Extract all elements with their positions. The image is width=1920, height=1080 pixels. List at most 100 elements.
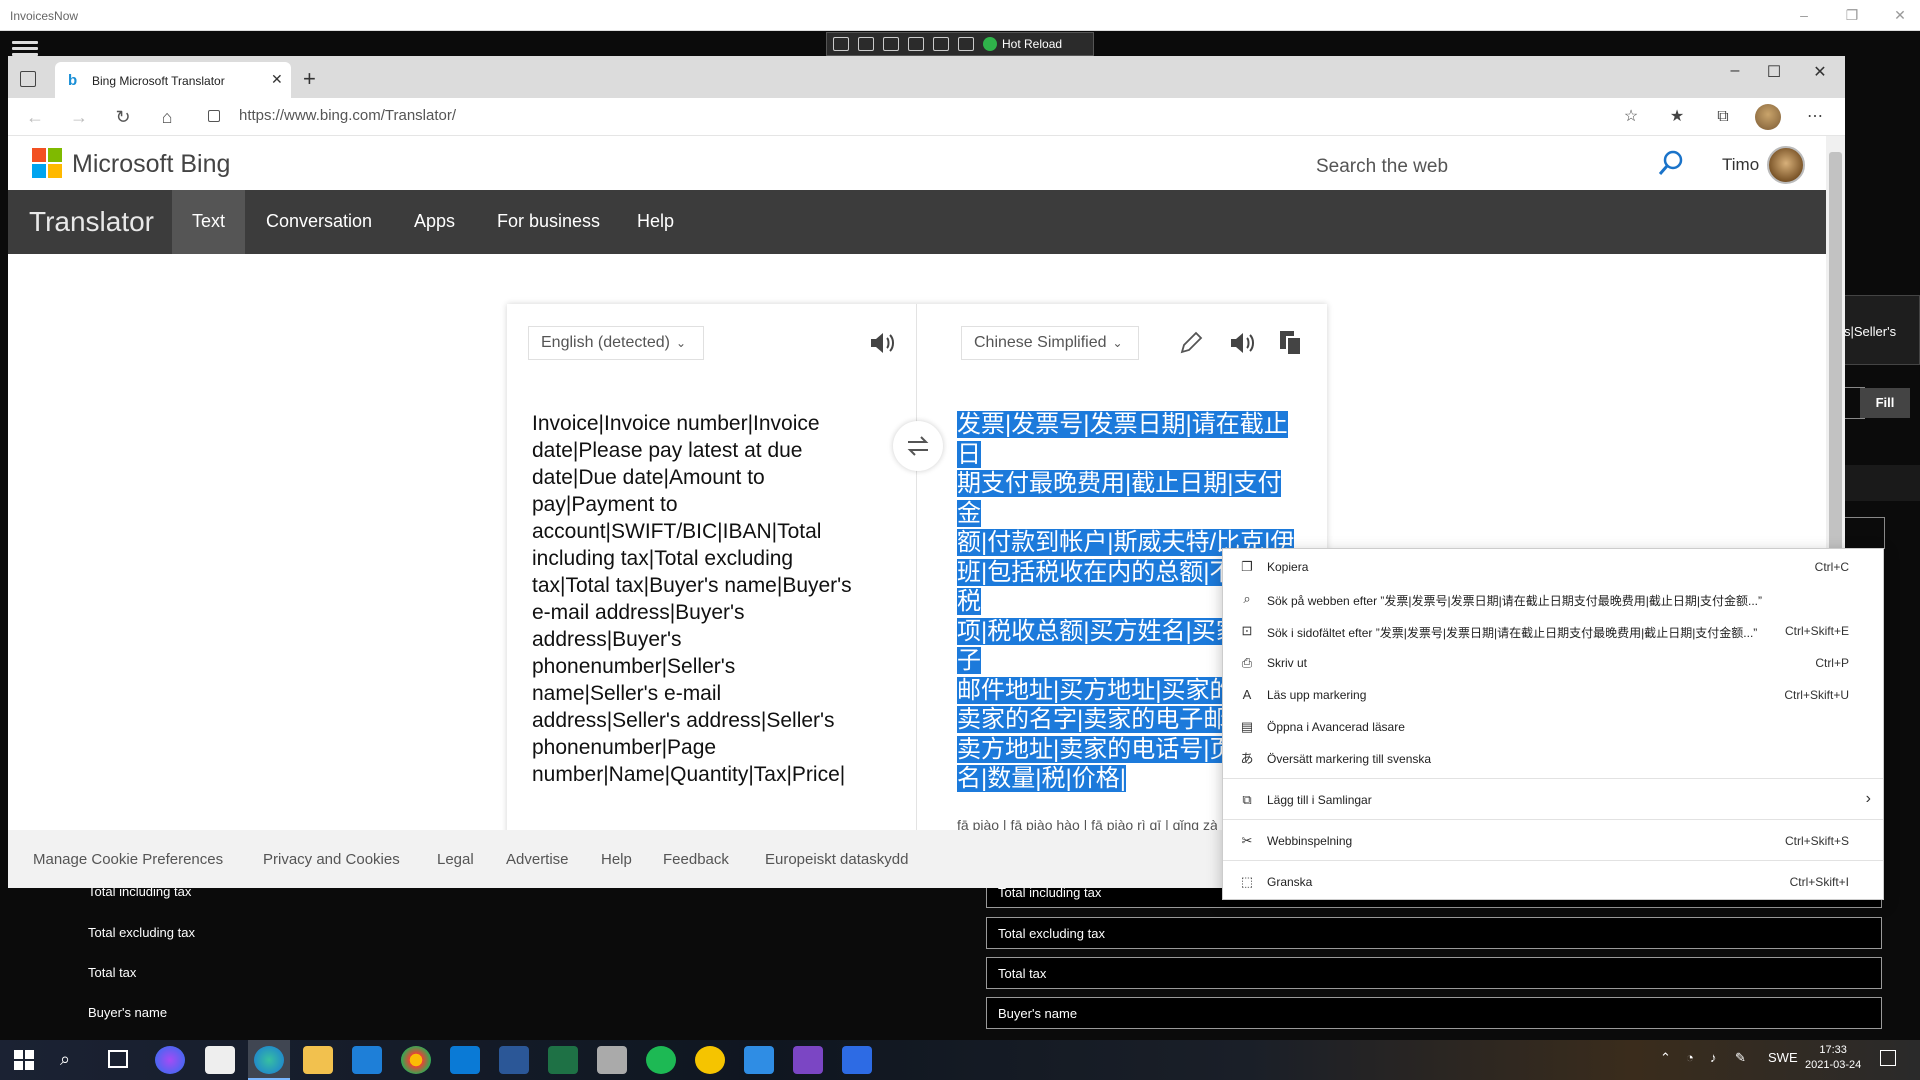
footer-link[interactable]: Advertise (506, 851, 569, 868)
pen-icon[interactable]: ✎ (1735, 1050, 1746, 1066)
nav-tab-help[interactable]: Help (637, 211, 674, 232)
maximize-icon[interactable]: ☐ (1759, 62, 1789, 82)
edit-pencil-icon[interactable] (1178, 330, 1204, 356)
edge-icon[interactable] (254, 1046, 284, 1074)
search-icon[interactable]: ⌕ (60, 1049, 70, 1070)
task-view-icon[interactable] (108, 1050, 128, 1068)
back-icon[interactable]: ← (22, 104, 48, 130)
ctx-item-translate[interactable]: あ Översätt markering till svenska (1223, 743, 1883, 775)
layout-icon[interactable] (908, 37, 924, 51)
network-icon[interactable]: ◔ (1686, 1050, 1694, 1065)
underlying-block (1838, 465, 1920, 501)
add-favorite-icon[interactable]: ☆ (1618, 104, 1644, 130)
app-icon[interactable] (744, 1046, 774, 1074)
scrollbar-thumb[interactable] (1829, 152, 1842, 552)
ctx-item-search-web[interactable]: ⌕ Sök på webben efter ”发票|发票号|发票日期|请在截止日… (1223, 583, 1883, 615)
language-indicator[interactable]: SWE (1768, 1050, 1798, 1065)
hamburger-menu-icon[interactable] (12, 38, 38, 58)
store-icon[interactable] (205, 1046, 235, 1074)
user-name[interactable]: Timo (1722, 155, 1759, 175)
target-speaker-icon[interactable] (1228, 330, 1256, 356)
app-icon[interactable] (842, 1046, 872, 1074)
nav-tab-apps[interactable]: Apps (414, 211, 455, 232)
minimize-icon[interactable]: – (1720, 62, 1750, 80)
ctx-item-add-to-collections[interactable]: ⧉ Lägg till i Samlingar › (1223, 784, 1883, 816)
hot-reload-button[interactable]: Hot Reload (983, 37, 1062, 51)
display-icon[interactable] (933, 37, 949, 51)
messenger-icon[interactable] (155, 1046, 185, 1074)
fill-button[interactable]: Fill (1860, 388, 1910, 418)
footer-link[interactable]: Legal (437, 851, 474, 868)
footer-link[interactable]: Europeiskt dataskydd (765, 851, 908, 868)
refresh-icon[interactable]: ↻ (110, 104, 136, 130)
ctx-item-inspect[interactable]: ⬚ Granska Ctrl+Skift+I (1223, 866, 1883, 898)
clock[interactable]: 17:33 2021-03-24 (1805, 1043, 1861, 1073)
inspect-icon: ⬚ (1240, 874, 1254, 889)
ctx-item-copy[interactable]: ❐ Kopiera Ctrl+C (1223, 551, 1883, 583)
notifications-icon[interactable] (1880, 1050, 1896, 1066)
minimize-icon[interactable]: – (1794, 6, 1814, 24)
collections-icon[interactable]: ⧉ (1710, 104, 1736, 130)
form-field[interactable]: Total tax (986, 957, 1882, 989)
footer-link[interactable]: Manage Cookie Preferences (33, 851, 223, 868)
user-avatar[interactable] (1767, 146, 1805, 184)
url-field[interactable]: https://www.bing.com/Translator/ (239, 107, 456, 124)
microsoft-logo-icon[interactable] (32, 148, 62, 178)
windows-start-icon[interactable] (14, 1050, 34, 1070)
search-icon[interactable] (1656, 148, 1686, 178)
favorites-icon[interactable]: ★ (1664, 104, 1690, 130)
database-icon[interactable] (597, 1046, 627, 1074)
search-input[interactable]: Search the web (1316, 156, 1448, 178)
nav-tab-text[interactable]: Text (192, 211, 225, 232)
excel-icon[interactable] (548, 1046, 578, 1074)
chrome-icon[interactable] (401, 1046, 431, 1074)
target-language-select[interactable]: Chinese Simplified ⌄ (961, 326, 1139, 360)
nav-tab-conversation[interactable]: Conversation (266, 211, 372, 232)
source-textarea[interactable]: Invoice|Invoice number|Invoice date|Plea… (532, 410, 867, 788)
spotify-icon[interactable] (646, 1046, 676, 1074)
track-icon[interactable] (958, 37, 974, 51)
more-icon[interactable]: ⋯ (1802, 104, 1828, 130)
footer-link[interactable]: Privacy and Cookies (263, 851, 400, 868)
app-titlebar (0, 0, 1920, 31)
new-tab-icon[interactable]: + (303, 66, 316, 92)
forward-icon[interactable]: → (66, 104, 92, 130)
visual-studio-icon[interactable] (793, 1046, 823, 1074)
select-element-icon[interactable] (833, 37, 849, 51)
profile-avatar[interactable] (1755, 104, 1781, 130)
ctx-item-read-aloud[interactable]: A Läs upp markering Ctrl+Skift+U (1223, 679, 1883, 711)
mail-icon[interactable] (352, 1046, 382, 1074)
file-explorer-icon[interactable] (303, 1046, 333, 1074)
ctx-label: Sök på webben efter ”发票|发票号|发票日期|请在截止日期支… (1267, 594, 1762, 608)
footer-link[interactable]: Feedback (663, 851, 729, 868)
bing-brand[interactable]: Microsoft Bing (72, 150, 230, 179)
source-speaker-icon[interactable] (868, 330, 896, 356)
lock-icon[interactable] (208, 110, 220, 122)
ctx-shortcut: Ctrl+Skift+E (1784, 624, 1849, 638)
volume-icon[interactable]: ♪ (1710, 1050, 1717, 1065)
close-icon[interactable]: ✕ (1805, 62, 1835, 82)
pointer-icon[interactable] (858, 37, 874, 51)
source-language-select[interactable]: English (detected) ⌄ (528, 326, 704, 360)
tab-actions-icon[interactable] (20, 71, 36, 87)
vscode-icon[interactable] (450, 1046, 480, 1074)
frame-icon[interactable] (883, 37, 899, 51)
chevron-up-icon[interactable]: ⌃ (1660, 1050, 1671, 1066)
nav-tab-for-business[interactable]: For business (497, 211, 600, 232)
form-field[interactable]: Buyer's name (986, 997, 1882, 1029)
nav-title[interactable]: Translator (29, 206, 154, 238)
ctx-item-print[interactable]: ⎙ Skriv ut Ctrl+P (1223, 647, 1883, 679)
copy-icon[interactable] (1278, 329, 1304, 357)
word-icon[interactable] (499, 1046, 529, 1074)
ctx-item-immersive-reader[interactable]: ▤ Öppna i Avancerad läsare (1223, 711, 1883, 743)
close-icon[interactable]: ✕ (1890, 6, 1910, 24)
ctx-item-search-sidebar[interactable]: ⊡ Sök i sidofältet efter ”发票|发票号|发票日期|请在… (1223, 615, 1883, 647)
form-field[interactable]: Total excluding tax (986, 917, 1882, 949)
home-icon[interactable]: ⌂ (154, 104, 180, 130)
tab-close-icon[interactable]: ✕ (271, 71, 283, 88)
swap-languages-button[interactable] (893, 421, 943, 471)
ctx-item-web-capture[interactable]: ✂ Webbinspelning Ctrl+Skift+S (1223, 825, 1883, 857)
footer-link[interactable]: Help (601, 851, 632, 868)
restore-icon[interactable]: ❐ (1842, 6, 1862, 24)
app-icon[interactable] (695, 1046, 725, 1074)
